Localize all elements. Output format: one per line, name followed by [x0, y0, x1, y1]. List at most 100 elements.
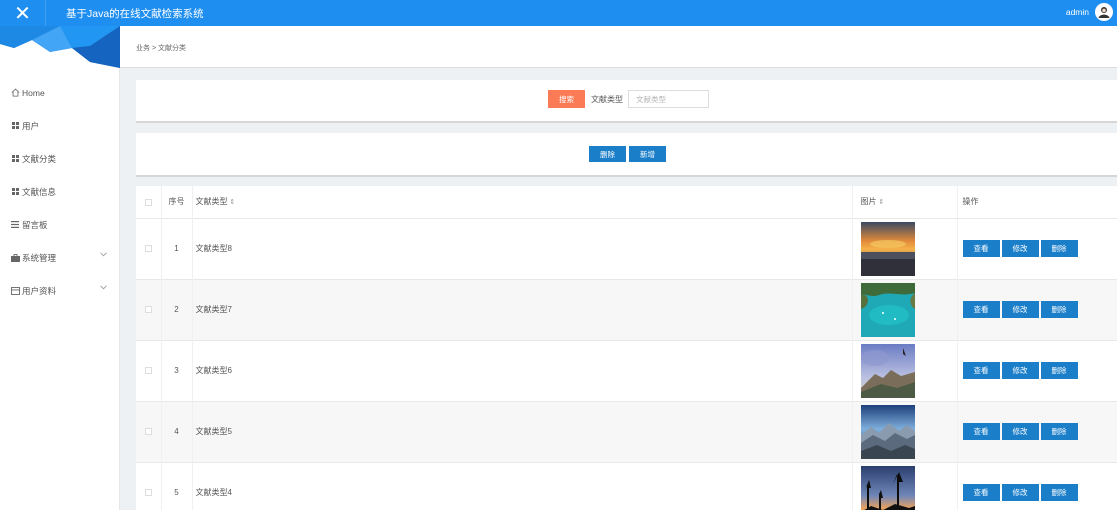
table-row: 5 文献类型4 查看 修改 删除 — [136, 462, 1117, 510]
sidebar-item-label: 留言板 — [22, 219, 48, 230]
list-icon — [10, 221, 20, 228]
briefcase-icon — [10, 253, 20, 262]
view-button[interactable]: 查看 — [962, 240, 1000, 257]
app-title: 基于Java的在线文献检索系统 — [66, 7, 204, 20]
add-button[interactable]: 新增 — [629, 146, 666, 162]
sidebar-banner — [0, 26, 120, 68]
delete-button[interactable]: 删除 — [1040, 240, 1078, 257]
row-checkbox[interactable] — [144, 489, 152, 497]
sidebar-item-user-profile[interactable]: 用户资料 — [0, 274, 119, 307]
row-type: 文献类型5 — [192, 401, 853, 462]
avatar[interactable] — [1095, 3, 1113, 21]
breadcrumb-bar: 业务 > 文献分类 — [120, 26, 1117, 68]
sort-icon[interactable]: ⇕ — [230, 199, 236, 206]
row-index: 3 — [161, 340, 193, 401]
edit-button[interactable]: 修改 — [1001, 484, 1039, 501]
view-button[interactable]: 查看 — [962, 301, 1000, 318]
row-checkbox[interactable] — [144, 306, 152, 314]
sidebar-menu: Home 用户 文献分类 文献信息 留言板 系统管理 用户资料 — [0, 76, 119, 307]
row-index: 4 — [161, 401, 193, 462]
sidebar-item-users[interactable]: 用户 — [0, 109, 119, 142]
table-row: 1 文献类型8 查看 修改 删除 — [136, 218, 1117, 279]
table-row: 3 文献类型6 查看 修改 删除 — [136, 340, 1117, 401]
sidebar-item-label: 系统管理 — [22, 252, 57, 263]
row-checkbox[interactable] — [144, 367, 152, 375]
sidebar-item-message-board[interactable]: 留言板 — [0, 208, 119, 241]
header-ops: 操作 — [957, 186, 1117, 218]
sidebar: Home 用户 文献分类 文献信息 留言板 系统管理 用户资料 — [0, 26, 120, 510]
table-row: 4 文献类型5 查看 修改 删除 — [136, 401, 1117, 462]
row-index: 2 — [161, 279, 193, 340]
sidebar-item-label: Home — [22, 87, 45, 98]
sort-icon[interactable]: ⇕ — [879, 199, 885, 206]
row-type: 文献类型8 — [192, 218, 853, 279]
sidebar-item-label: 用户资料 — [22, 285, 57, 296]
user-area[interactable]: admin — [1066, 3, 1113, 21]
edit-button[interactable]: 修改 — [1001, 240, 1039, 257]
breadcrumb: 业务 > 文献分类 — [136, 45, 186, 52]
row-checkbox[interactable] — [144, 428, 152, 436]
view-button[interactable]: 查看 — [962, 484, 1000, 501]
sidebar-item-label: 用户 — [22, 120, 40, 131]
row-checkbox[interactable] — [144, 245, 152, 253]
view-button[interactable]: 查看 — [962, 423, 1000, 440]
header-type-label: 文献类型 — [195, 197, 228, 207]
search-field-label: 文献类型 — [591, 94, 623, 104]
row-actions: 查看 修改 删除 — [962, 362, 1117, 379]
delete-button[interactable]: 删除 — [1040, 484, 1078, 501]
select-all-checkbox[interactable] — [144, 198, 152, 206]
search-button[interactable]: 搜索 — [548, 90, 585, 108]
action-row: 删除 新增 — [589, 146, 666, 162]
delete-button[interactable]: 删除 — [1040, 362, 1078, 379]
row-actions: 查看 修改 删除 — [962, 240, 1117, 257]
grid-icon — [10, 122, 20, 129]
delete-button[interactable]: 删除 — [1040, 301, 1078, 318]
username[interactable]: admin — [1066, 7, 1089, 17]
mountain-range-image[interactable] — [860, 404, 915, 459]
search-panel: 搜索 文献类型 — [136, 80, 1117, 123]
row-index: 1 — [161, 218, 193, 279]
row-actions: 查看 修改 删除 — [962, 301, 1117, 318]
data-table: 序号 文献类型 ⇕ 图片 ⇕ 操作 1 文献类型8 查看 修改 删除 2 文献类… — [136, 186, 1117, 510]
lagoon-image[interactable] — [860, 282, 915, 337]
view-button[interactable]: 查看 — [962, 362, 1000, 379]
grid-icon — [10, 188, 20, 195]
header-index: 序号 — [161, 186, 193, 218]
header-type[interactable]: 文献类型 ⇕ — [192, 186, 853, 218]
row-type: 文献类型6 — [192, 340, 853, 401]
grid-icon — [10, 155, 20, 162]
action-panel: 删除 新增 — [136, 133, 1117, 177]
row-type: 文献类型7 — [192, 279, 853, 340]
edit-button[interactable]: 修改 — [1001, 362, 1039, 379]
data-table-container: 序号 文献类型 ⇕ 图片 ⇕ 操作 1 文献类型8 查看 修改 删除 2 文献类… — [136, 186, 1117, 510]
chevron-down-icon — [100, 285, 107, 290]
sunset-sea-image[interactable] — [860, 221, 915, 276]
sidebar-item-doc-category[interactable]: 文献分类 — [0, 142, 119, 175]
table-row: 2 文献类型7 查看 修改 删除 — [136, 279, 1117, 340]
forest-sunset-image[interactable] — [860, 465, 915, 510]
row-actions: 查看 修改 删除 — [962, 484, 1117, 501]
search-row: 搜索 文献类型 — [548, 90, 709, 108]
row-index: 5 — [161, 462, 193, 510]
sidebar-item-home[interactable]: Home — [0, 76, 119, 109]
header-image[interactable]: 图片 ⇕ — [852, 186, 958, 218]
row-type: 文献类型4 — [192, 462, 853, 510]
row-actions: 查看 修改 删除 — [962, 423, 1117, 440]
table-header-row: 序号 文献类型 ⇕ 图片 ⇕ 操作 — [136, 186, 1117, 218]
close-icon[interactable]: ✕ — [0, 0, 46, 26]
delete-button[interactable]: 删除 — [1040, 423, 1078, 440]
home-icon — [10, 88, 20, 97]
sidebar-item-label: 文献信息 — [22, 186, 57, 197]
top-bar: ✕ 基于Java的在线文献检索系统 admin — [0, 0, 1117, 26]
edit-button[interactable]: 修改 — [1001, 301, 1039, 318]
sidebar-item-doc-info[interactable]: 文献信息 — [0, 175, 119, 208]
edit-button[interactable]: 修改 — [1001, 423, 1039, 440]
sidebar-item-system-management[interactable]: 系统管理 — [0, 241, 119, 274]
search-input[interactable] — [628, 90, 709, 108]
card-icon — [10, 286, 20, 295]
batch-delete-button[interactable]: 删除 — [589, 146, 626, 162]
header-select-all[interactable] — [136, 186, 162, 218]
mountain-clouds-image[interactable] — [860, 343, 915, 398]
chevron-down-icon — [100, 252, 107, 257]
sidebar-item-label: 文献分类 — [22, 153, 57, 164]
